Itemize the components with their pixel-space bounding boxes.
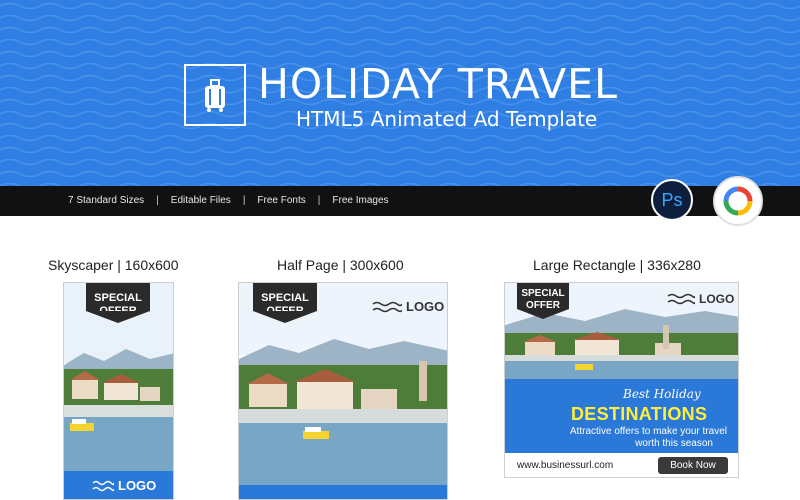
badge-line: SPECIAL bbox=[94, 292, 142, 304]
feature-item: Free Images bbox=[332, 195, 389, 206]
brand-logo: LOGO bbox=[372, 299, 444, 314]
badge-line: SPECIAL bbox=[261, 292, 309, 304]
tagline: Best Holiday bbox=[623, 387, 701, 401]
bottom-band bbox=[239, 485, 447, 499]
page-subtitle: HTML5 Animated Ad Template bbox=[296, 107, 598, 131]
special-offer-badge: SPECIAL OFFER bbox=[517, 283, 569, 319]
feature-list: 7 Standard Sizes | Editable Files | Free… bbox=[68, 195, 389, 206]
offer-text: Attractive offers to make your travel bbox=[569, 426, 727, 437]
waves-icon bbox=[372, 301, 402, 312]
skyscraper-ad[interactable]: SPECIAL OFFER LOGO bbox=[63, 282, 174, 500]
logo-text: LOGO bbox=[118, 478, 157, 493]
skyscraper-title: Skyscaper | 160x600 bbox=[48, 257, 179, 273]
logo-text: LOGO bbox=[406, 299, 445, 314]
feature-item: 7 Standard Sizes bbox=[68, 195, 145, 206]
large-rectangle-title: Large Rectangle | 336x280 bbox=[533, 257, 701, 273]
half-page-title: Half Page | 300x600 bbox=[277, 257, 404, 273]
suitcase-icon bbox=[205, 79, 225, 112]
large-rectangle-ad[interactable]: SPECIAL OFFER LOGO Best Holiday DESTINAT… bbox=[504, 282, 739, 478]
page-title: HOLIDAY TRAVEL bbox=[258, 60, 618, 108]
feature-item: Free Fonts bbox=[257, 195, 306, 206]
google-web-designer-icon bbox=[713, 176, 763, 226]
photoshop-icon: Ps bbox=[651, 179, 693, 221]
book-now-button[interactable]: Book Now bbox=[658, 457, 728, 474]
hero-banner: HOLIDAY TRAVEL HTML5 Animated Ad Templat… bbox=[0, 0, 800, 186]
logo-text: LOGO bbox=[699, 292, 735, 306]
special-offer-badge: SPECIAL OFFER bbox=[86, 283, 150, 323]
brand-logo: LOGO bbox=[667, 292, 734, 306]
business-url[interactable]: www.businessurl.com bbox=[517, 460, 613, 471]
separator: | bbox=[156, 195, 159, 206]
badge-line: SPECIAL bbox=[521, 288, 565, 299]
waves-icon bbox=[667, 293, 695, 305]
offer-text: worth this season bbox=[635, 438, 713, 449]
waves-icon bbox=[92, 480, 114, 491]
suitcase-logo-box bbox=[184, 64, 246, 126]
brand-logo: LOGO bbox=[92, 478, 156, 493]
half-page-ad[interactable]: SPECIAL OFFER LOGO bbox=[238, 282, 448, 500]
feature-item: Editable Files bbox=[170, 195, 231, 206]
headline: DESTINATIONS bbox=[571, 404, 708, 424]
separator: | bbox=[242, 195, 246, 206]
special-offer-badge: SPECIAL OFFER bbox=[253, 283, 317, 323]
separator: | bbox=[317, 195, 321, 206]
